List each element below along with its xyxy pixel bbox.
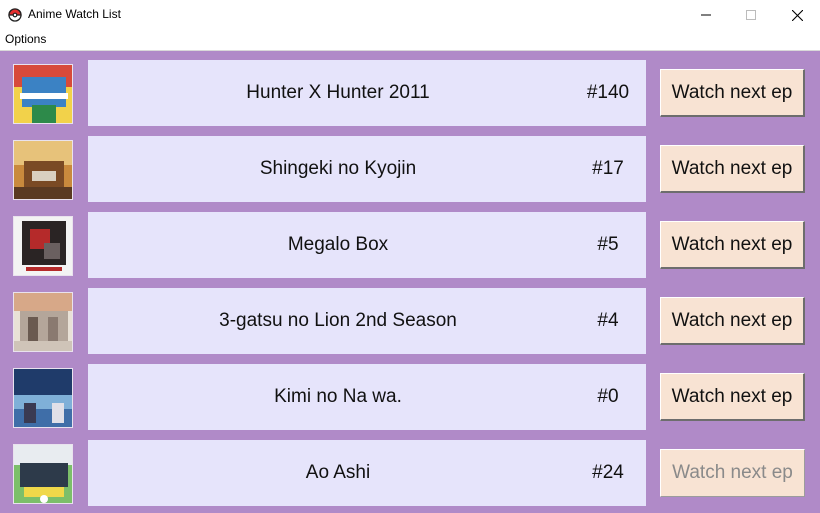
anime-cover-image	[13, 444, 73, 504]
anime-card: Megalo Box #5	[88, 212, 646, 278]
anime-card: Hunter X Hunter 2011 #140	[88, 60, 646, 126]
anime-title: Kimi no Na wa.	[274, 386, 402, 407]
window-title: Anime Watch List	[28, 7, 121, 21]
anime-title: Shingeki no Kyojin	[259, 158, 417, 179]
anime-list: Hunter X Hunter 2011 #140 Watch next ep …	[0, 51, 820, 513]
anime-cover-image	[13, 140, 73, 200]
list-item: 3-gatsu no Lion 2nd Season #4 Watch next…	[0, 288, 820, 354]
list-item: Megalo Box #5 Watch next ep	[0, 212, 820, 278]
minimize-icon[interactable]	[683, 0, 729, 30]
pokeball-icon	[8, 8, 22, 22]
episode-count: #17	[592, 158, 624, 179]
episode-count: #0	[597, 386, 619, 407]
anime-title: Ao Ashi	[305, 462, 371, 483]
watch-next-ep-button[interactable]: Watch next ep	[660, 69, 805, 117]
list-item: Shingeki no Kyojin #17 Watch next ep	[0, 136, 820, 202]
list-item: Ao Ashi #24 Watch next ep	[0, 440, 820, 506]
anime-card: Shingeki no Kyojin #17	[88, 136, 646, 202]
watch-next-ep-button[interactable]: Watch next ep	[660, 449, 805, 497]
maximize-icon[interactable]	[728, 0, 774, 30]
watch-next-ep-button[interactable]: Watch next ep	[660, 145, 805, 193]
episode-count: #24	[592, 462, 624, 483]
anime-cover-image	[13, 292, 73, 352]
episode-count: #5	[597, 234, 619, 255]
title-bar: Anime Watch List	[0, 0, 820, 30]
menu-options[interactable]: Options	[5, 32, 46, 46]
list-item: Kimi no Na wa. #0 Watch next ep	[0, 364, 820, 430]
anime-title: Hunter X Hunter 2011	[246, 82, 430, 103]
anime-card: Ao Ashi #24	[88, 440, 646, 506]
anime-title: 3-gatsu no Lion 2nd Season	[219, 310, 457, 331]
watch-next-ep-button[interactable]: Watch next ep	[660, 297, 805, 345]
anime-card: 3-gatsu no Lion 2nd Season #4	[88, 288, 646, 354]
anime-title: Megalo Box	[287, 234, 389, 255]
episode-count: #4	[597, 310, 619, 331]
watch-next-ep-button[interactable]: Watch next ep	[660, 221, 805, 269]
anime-cover-image	[13, 64, 73, 124]
watch-next-ep-button[interactable]: Watch next ep	[660, 373, 805, 421]
menu-bar: Options	[0, 30, 820, 51]
anime-card: Kimi no Na wa. #0	[88, 364, 646, 430]
close-icon[interactable]	[774, 0, 820, 30]
anime-cover-image	[13, 216, 73, 276]
list-item: Hunter X Hunter 2011 #140 Watch next ep	[0, 60, 820, 126]
episode-count: #140	[586, 82, 630, 103]
anime-cover-image	[13, 368, 73, 428]
